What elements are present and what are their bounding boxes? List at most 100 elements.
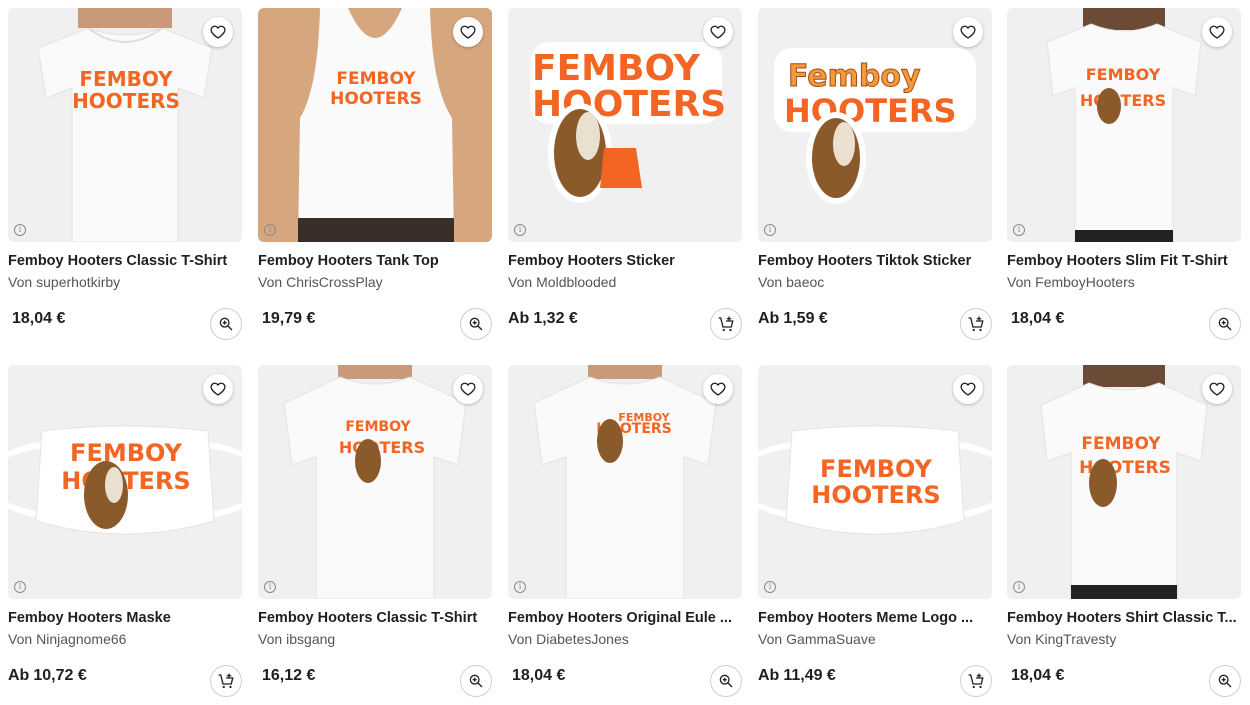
quick-view-button[interactable]	[1209, 665, 1241, 697]
info-icon[interactable]: i	[1013, 224, 1025, 236]
heart-icon	[460, 25, 476, 39]
info-icon[interactable]: i	[264, 581, 276, 593]
heart-icon	[1209, 25, 1225, 39]
svg-text:FEMBOY: FEMBOY	[345, 419, 411, 435]
product-artist[interactable]: Von Ninjagnome66	[8, 631, 242, 647]
tshirt-image: FEMBOY HOOTERS	[1007, 365, 1241, 599]
product-title[interactable]: Femboy Hooters Tank Top	[258, 253, 492, 269]
product-card[interactable]: Femboy HOOTERS i Femboy Hooters Tiktok S…	[758, 8, 992, 348]
info-icon[interactable]: i	[264, 224, 276, 236]
product-artist[interactable]: Von FemboyHooters	[1007, 274, 1241, 290]
add-to-cart-button[interactable]	[710, 308, 742, 340]
quick-view-button[interactable]	[710, 665, 742, 697]
product-artist[interactable]: Von ibsgang	[258, 631, 492, 647]
info-icon[interactable]: i	[514, 581, 526, 593]
info-icon[interactable]: i	[1013, 581, 1025, 593]
favorite-button[interactable]	[703, 374, 733, 404]
product-card[interactable]: FEMBOY HOOTERS i Femboy Hooters Maske Vo…	[8, 365, 242, 705]
product-artist[interactable]: Von Moldblooded	[508, 274, 742, 290]
product-title[interactable]: Femboy Hooters Meme Logo ...	[758, 610, 992, 626]
product-title[interactable]: Femboy Hooters Tiktok Sticker	[758, 253, 992, 269]
product-image[interactable]: Femboy HOOTERS i	[758, 8, 992, 242]
info-icon[interactable]: i	[764, 224, 776, 236]
product-image[interactable]: FEMBOY HOOTERS i	[1007, 365, 1241, 599]
product-title[interactable]: Femboy Hooters Original Eule ...	[508, 610, 742, 626]
product-image[interactable]: FEMBOY HOOTERS i	[8, 8, 242, 242]
zoom-icon	[719, 674, 733, 688]
favorite-button[interactable]	[1202, 17, 1232, 47]
product-card[interactable]: FEMBOY HOOTERS i Femboy Hooters Tank Top…	[258, 8, 492, 348]
product-price: Ab 11,49 €	[758, 667, 836, 684]
favorite-button[interactable]	[953, 17, 983, 47]
product-title[interactable]: Femboy Hooters Shirt Classic T...	[1007, 610, 1241, 626]
add-to-cart-button[interactable]	[210, 665, 242, 697]
add-to-cart-button[interactable]	[960, 665, 992, 697]
tank-top-image: FEMBOY HOOTERS	[258, 8, 492, 242]
zoom-icon	[219, 317, 233, 331]
svg-text:HOOTERS: HOOTERS	[72, 89, 180, 113]
heart-icon	[710, 382, 726, 396]
favorite-button[interactable]	[453, 374, 483, 404]
product-card[interactable]: FEMBOY HOOTERS i Femboy Hooters Original…	[508, 365, 742, 705]
sticker-image: Femboy HOOTERS	[758, 8, 992, 242]
product-card[interactable]: FEMBOY HOOTERS i Femboy Hooters Classic …	[258, 365, 492, 705]
product-price: Ab 1,32 €	[508, 310, 578, 327]
svg-text:FEMBOY: FEMBOY	[532, 48, 701, 89]
svg-text:FEMBOY: FEMBOY	[336, 69, 416, 89]
product-artist[interactable]: Von DiabetesJones	[508, 631, 742, 647]
quick-view-button[interactable]	[460, 665, 492, 697]
cart-add-icon	[968, 673, 984, 689]
product-artist[interactable]: Von GammaSuave	[758, 631, 992, 647]
product-price: 18,04 €	[1011, 310, 1065, 327]
heart-icon	[710, 25, 726, 39]
product-image[interactable]: FEMBOY HOOTERS i	[258, 365, 492, 599]
product-card[interactable]: FEMBOY HOOTERS i Femboy Hooters Sticker …	[508, 8, 742, 348]
favorite-button[interactable]	[1202, 374, 1232, 404]
sticker-image: FEMBOY HOOTERS	[508, 8, 742, 242]
favorite-button[interactable]	[203, 17, 233, 47]
svg-text:FEMBOY: FEMBOY	[1081, 434, 1161, 454]
product-image[interactable]: FEMBOY HOOTERS i	[508, 8, 742, 242]
product-card[interactable]: FEMBOY HOOTERS i Femboy Hooters Meme Log…	[758, 365, 992, 705]
product-image[interactable]: FEMBOY HOOTERS i	[258, 8, 492, 242]
product-title[interactable]: Femboy Hooters Sticker	[508, 253, 742, 269]
product-artist[interactable]: Von superhotkirby	[8, 274, 242, 290]
product-image[interactable]: FEMBOY HOOTERS i	[508, 365, 742, 599]
info-icon[interactable]: i	[14, 581, 26, 593]
product-card[interactable]: FEMBOY HOOTERS i Femboy Hooters Classic …	[8, 8, 242, 348]
svg-text:Femboy: Femboy	[788, 59, 921, 94]
product-artist[interactable]: Von baeoc	[758, 274, 992, 290]
zoom-icon	[469, 674, 483, 688]
quick-view-button[interactable]	[460, 308, 492, 340]
tshirt-image: FEMBOY HOOTERS	[258, 365, 492, 599]
quick-view-button[interactable]	[210, 308, 242, 340]
tshirt-image: FEMBOY HOOTERS	[508, 365, 742, 599]
product-card[interactable]: FEMBOY HOOTERS i Femboy Hooters Shirt Cl…	[1007, 365, 1241, 705]
zoom-icon	[1218, 317, 1232, 331]
favorite-button[interactable]	[953, 374, 983, 404]
product-artist[interactable]: Von KingTravesty	[1007, 631, 1241, 647]
product-image[interactable]: FEMBOY HOOTERS i	[8, 365, 242, 599]
favorite-button[interactable]	[453, 17, 483, 47]
product-title[interactable]: Femboy Hooters Maske	[8, 610, 242, 626]
product-title[interactable]: Femboy Hooters Slim Fit T-Shirt	[1007, 253, 1241, 269]
product-artist[interactable]: Von ChrisCrossPlay	[258, 274, 492, 290]
heart-icon	[1209, 382, 1225, 396]
mask-image: FEMBOY HOOTERS	[758, 365, 992, 599]
cart-add-icon	[968, 316, 984, 332]
svg-text:HOOTERS: HOOTERS	[784, 92, 957, 130]
product-image[interactable]: FEMBOY HOOTERS i	[758, 365, 992, 599]
add-to-cart-button[interactable]	[960, 308, 992, 340]
info-icon[interactable]: i	[514, 224, 526, 236]
product-image[interactable]: FEMBOY HOOTERS i	[1007, 8, 1241, 242]
quick-view-button[interactable]	[1209, 308, 1241, 340]
info-icon[interactable]: i	[764, 581, 776, 593]
favorite-button[interactable]	[703, 17, 733, 47]
product-title[interactable]: Femboy Hooters Classic T-Shirt	[258, 610, 492, 626]
product-title[interactable]: Femboy Hooters Classic T-Shirt	[8, 253, 242, 269]
cart-add-icon	[218, 673, 234, 689]
product-grid: FEMBOY HOOTERS i Femboy Hooters Classic …	[0, 0, 1250, 705]
info-icon[interactable]: i	[14, 224, 26, 236]
product-card[interactable]: FEMBOY HOOTERS i Femboy Hooters Slim Fit…	[1007, 8, 1241, 348]
favorite-button[interactable]	[203, 374, 233, 404]
